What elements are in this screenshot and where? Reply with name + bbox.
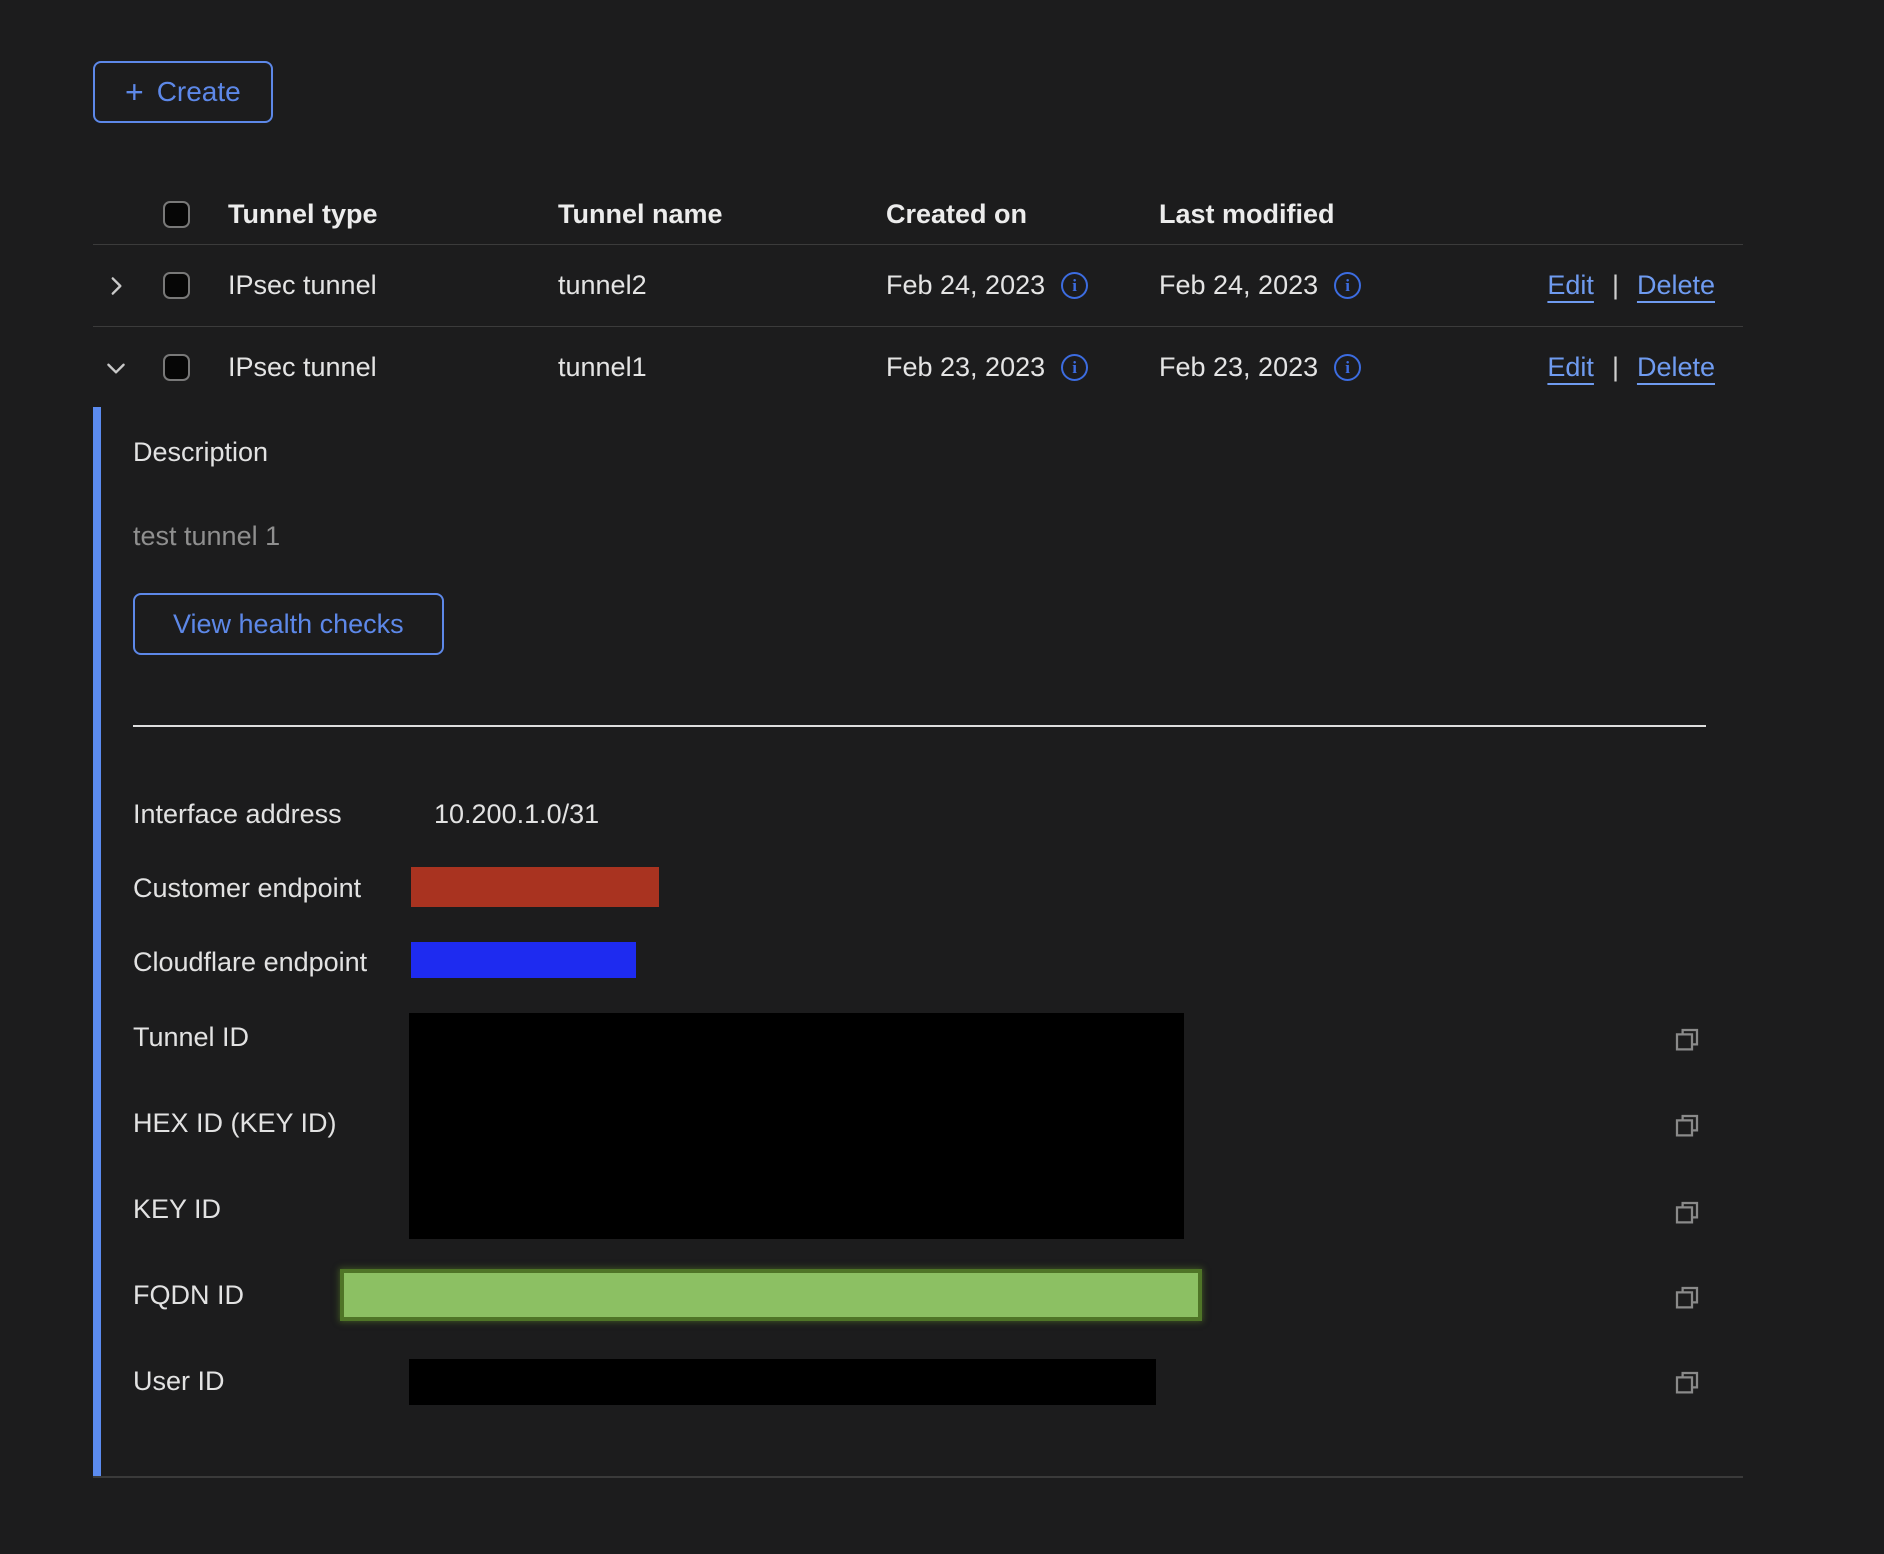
actions-cell: Edit | Delete [1459,270,1743,301]
select-all-checkbox[interactable] [163,201,190,228]
info-icon[interactable]: i [1334,272,1361,299]
header-created-on: Created on [886,199,1159,230]
tunnels-table: Tunnel type Tunnel name Created on Last … [93,185,1743,408]
ids-redacted-value [409,1013,1184,1239]
edit-link[interactable]: Edit [1547,270,1594,301]
expand-cell [93,271,151,301]
key-id-label: KEY ID [133,1194,221,1225]
plus-icon: + [125,76,144,108]
fqdn-id-label: FQDN ID [133,1280,244,1311]
expand-cell [93,353,151,383]
copy-icon[interactable] [1671,1025,1703,1057]
table-row: IPsec tunnel tunnel1 Feb 23, 2023 i Feb … [93,326,1743,408]
last-modified-value: Feb 23, 2023 [1159,352,1318,383]
tunnel-type-cell: IPsec tunnel [228,352,558,383]
info-icon[interactable]: i [1061,272,1088,299]
create-button[interactable]: + Create [93,61,273,123]
chevron-right-icon[interactable] [101,271,131,301]
interface-address-value: 10.200.1.0/31 [434,799,599,830]
last-modified-cell: Feb 24, 2023 i [1159,270,1459,301]
last-modified-cell: Feb 23, 2023 i [1159,352,1459,383]
copy-icon[interactable] [1671,1368,1703,1400]
tunnel-name-cell: tunnel1 [558,352,886,383]
actions-separator: | [1612,270,1619,301]
tunnels-page: + Create Tunnel type Tunnel name Created… [0,0,1884,1554]
created-on-value: Feb 23, 2023 [886,352,1045,383]
tunnel-type-cell: IPsec tunnel [228,270,558,301]
actions-cell: Edit | Delete [1459,352,1743,383]
copy-icon[interactable] [1671,1111,1703,1143]
user-id-redacted-value [409,1359,1156,1405]
row-checkbox[interactable] [163,354,190,381]
description-text: test tunnel 1 [133,521,280,552]
header-last-modified: Last modified [1159,199,1459,230]
hex-id-label: HEX ID (KEY ID) [133,1108,337,1139]
user-id-label: User ID [133,1366,225,1397]
info-icon[interactable]: i [1334,354,1361,381]
last-modified-value: Feb 24, 2023 [1159,270,1318,301]
header-check-cell [151,201,228,228]
view-health-checks-button[interactable]: View health checks [133,593,444,655]
cloudflare-endpoint-label: Cloudflare endpoint [133,947,367,978]
table-row: IPsec tunnel tunnel2 Feb 24, 2023 i Feb … [93,244,1743,326]
header-tunnel-name: Tunnel name [558,199,886,230]
info-icon[interactable]: i [1061,354,1088,381]
delete-link[interactable]: Delete [1637,270,1715,301]
chevron-down-icon[interactable] [101,353,131,383]
check-cell [151,354,228,381]
expanded-row-accent-bar [93,407,101,1478]
cloudflare-endpoint-redacted-value [411,942,636,978]
detail-divider [133,725,1706,727]
edit-link[interactable]: Edit [1547,352,1594,383]
interface-address-label: Interface address [133,799,342,830]
copy-icon[interactable] [1671,1198,1703,1230]
customer-endpoint-redacted-value [411,867,659,907]
copy-icon[interactable] [1671,1283,1703,1315]
fqdn-id-redacted-value [340,1269,1202,1321]
tunnel-detail-panel: Description test tunnel 1 View health ch… [93,407,1884,1478]
created-on-value: Feb 24, 2023 [886,270,1045,301]
tunnel-name-cell: tunnel2 [558,270,886,301]
row-checkbox[interactable] [163,272,190,299]
tunnel-id-label: Tunnel ID [133,1022,249,1053]
actions-separator: | [1612,352,1619,383]
table-header-row: Tunnel type Tunnel name Created on Last … [93,185,1743,244]
create-button-label: Create [157,76,241,108]
description-label: Description [133,437,268,468]
header-tunnel-type: Tunnel type [228,199,558,230]
delete-link[interactable]: Delete [1637,352,1715,383]
created-on-cell: Feb 23, 2023 i [886,352,1159,383]
created-on-cell: Feb 24, 2023 i [886,270,1159,301]
table-bottom-divider [93,1476,1743,1478]
customer-endpoint-label: Customer endpoint [133,873,361,904]
check-cell [151,272,228,299]
